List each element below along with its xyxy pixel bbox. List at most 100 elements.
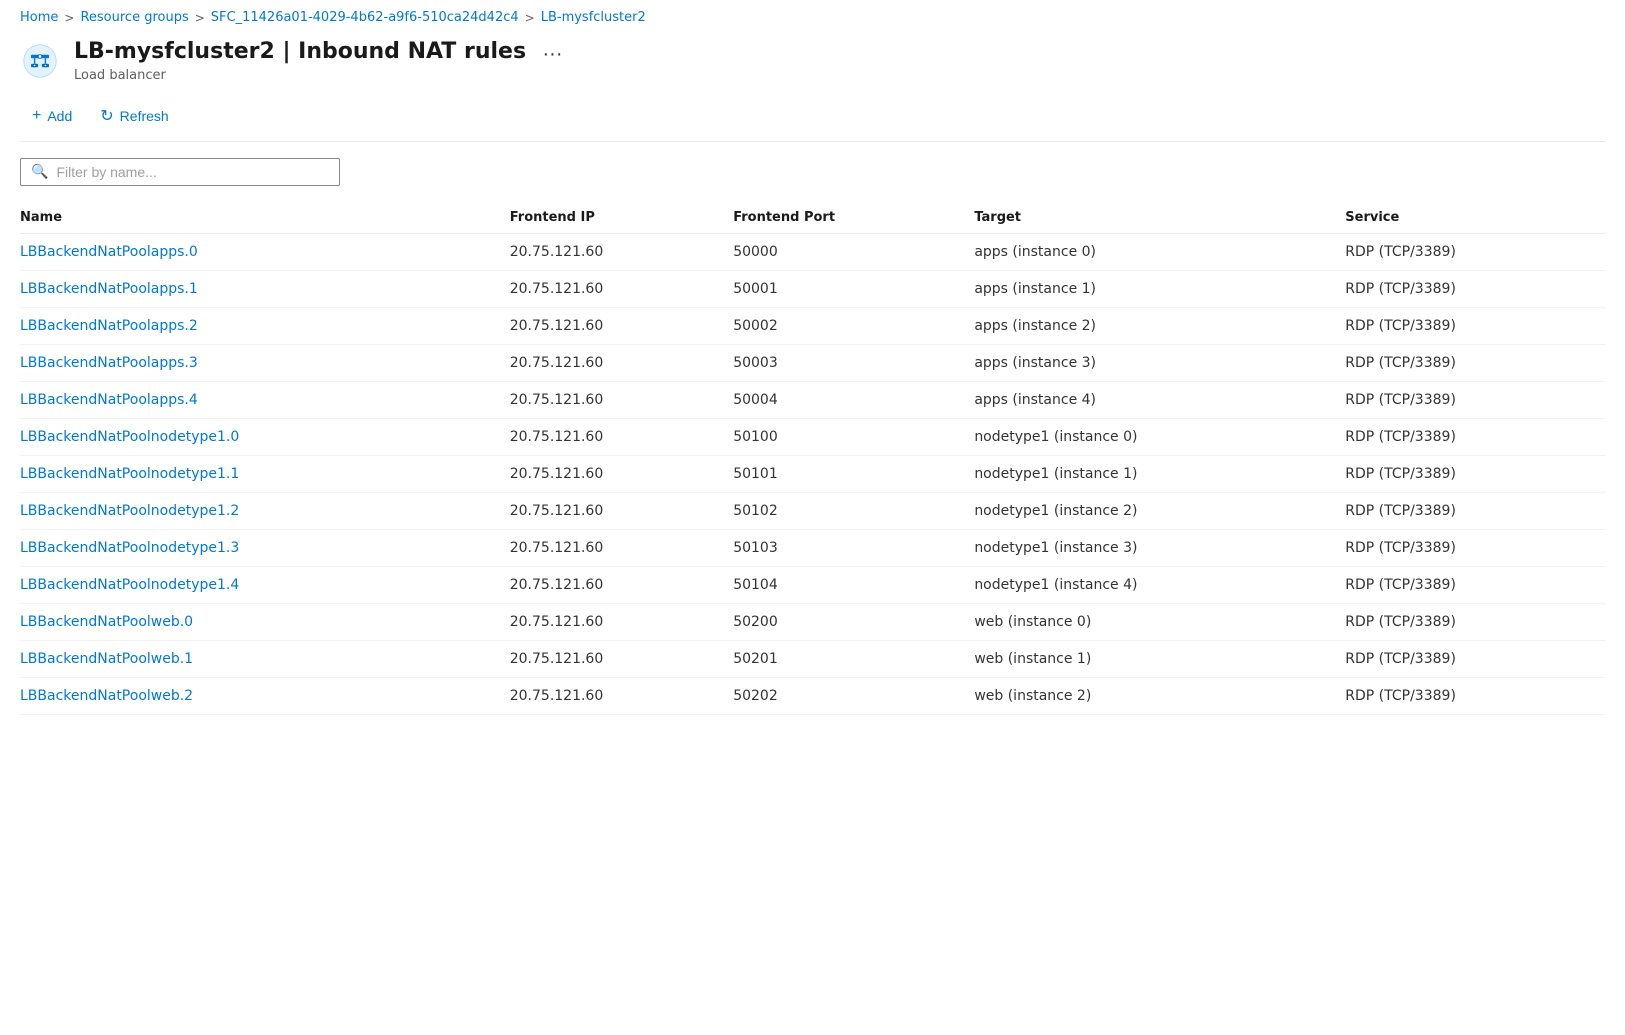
col-frontend-ip: Frontend IP [510,202,733,234]
refresh-button[interactable]: ↻ Refresh [88,101,180,131]
cell-frontend-port: 50103 [733,529,974,566]
cell-frontend-port: 50202 [733,677,974,714]
cell-name[interactable]: LBBackendNatPoolapps.0 [20,233,510,270]
cell-name[interactable]: LBBackendNatPoolnodetype1.1 [20,455,510,492]
table-row: LBBackendNatPoolapps.420.75.121.6050004a… [20,381,1605,418]
cell-service: RDP (TCP/3389) [1345,603,1605,640]
page-header: LB-mysfcluster2 | Inbound NAT rules ··· … [0,31,1625,93]
cell-frontend-port: 50104 [733,566,974,603]
content-area: 🔍 Name Frontend IP Frontend Port Target … [0,142,1625,731]
cell-target: apps (instance 1) [974,270,1345,307]
cell-target: apps (instance 2) [974,307,1345,344]
breadcrumb-chevron-2: > [195,11,205,25]
cell-name[interactable]: LBBackendNatPoolweb.2 [20,677,510,714]
add-button[interactable]: + Add [20,102,84,130]
cell-frontend-port: 50000 [733,233,974,270]
cell-frontend-ip: 20.75.121.60 [510,344,733,381]
cell-frontend-ip: 20.75.121.60 [510,677,733,714]
title-block: LB-mysfcluster2 | Inbound NAT rules ··· … [74,39,566,83]
resource-subtitle: Load balancer [74,68,566,83]
table-row: LBBackendNatPoolweb.020.75.121.6050200we… [20,603,1605,640]
cell-target: apps (instance 0) [974,233,1345,270]
cell-target: nodetype1 (instance 3) [974,529,1345,566]
filter-search-icon: 🔍 [31,164,48,180]
cell-service: RDP (TCP/3389) [1345,381,1605,418]
table-row: LBBackendNatPoolnodetype1.120.75.121.605… [20,455,1605,492]
toolbar: + Add ↻ Refresh [0,93,1625,141]
breadcrumb: Home > Resource groups > SFC_11426a01-40… [0,0,1625,31]
cell-frontend-port: 50002 [733,307,974,344]
cell-service: RDP (TCP/3389) [1345,455,1605,492]
cell-frontend-ip: 20.75.121.60 [510,233,733,270]
page-title: LB-mysfcluster2 | Inbound NAT rules [74,39,526,64]
cell-name[interactable]: LBBackendNatPoolapps.4 [20,381,510,418]
cell-frontend-ip: 20.75.121.60 [510,492,733,529]
resource-icon [20,41,60,81]
cell-frontend-port: 50004 [733,381,974,418]
cell-service: RDP (TCP/3389) [1345,529,1605,566]
table-row: LBBackendNatPoolweb.120.75.121.6050201we… [20,640,1605,677]
cell-service: RDP (TCP/3389) [1345,566,1605,603]
cell-frontend-ip: 20.75.121.60 [510,455,733,492]
breadcrumb-subscription[interactable]: SFC_11426a01-4029-4b62-a9f6-510ca24d42c4 [211,10,519,25]
cell-target: nodetype1 (instance 1) [974,455,1345,492]
cell-target: nodetype1 (instance 0) [974,418,1345,455]
cell-service: RDP (TCP/3389) [1345,307,1605,344]
filter-container[interactable]: 🔍 [20,158,340,186]
cell-frontend-port: 50102 [733,492,974,529]
cell-target: apps (instance 3) [974,344,1345,381]
cell-frontend-port: 50001 [733,270,974,307]
cell-frontend-port: 50100 [733,418,974,455]
cell-target: apps (instance 4) [974,381,1345,418]
cell-name[interactable]: LBBackendNatPoolapps.2 [20,307,510,344]
breadcrumb-resource-groups[interactable]: Resource groups [80,10,188,25]
col-frontend-port: Frontend Port [733,202,974,234]
cell-name[interactable]: LBBackendNatPoolapps.3 [20,344,510,381]
cell-name[interactable]: LBBackendNatPoolweb.0 [20,603,510,640]
cell-service: RDP (TCP/3389) [1345,233,1605,270]
cell-name[interactable]: LBBackendNatPoolapps.1 [20,270,510,307]
cell-name[interactable]: LBBackendNatPoolnodetype1.0 [20,418,510,455]
breadcrumb-chevron-3: > [525,11,535,25]
refresh-label: Refresh [120,108,169,124]
add-label: Add [47,108,72,124]
cell-name[interactable]: LBBackendNatPoolweb.1 [20,640,510,677]
cell-frontend-ip: 20.75.121.60 [510,270,733,307]
cell-service: RDP (TCP/3389) [1345,270,1605,307]
cell-name[interactable]: LBBackendNatPoolnodetype1.3 [20,529,510,566]
cell-service: RDP (TCP/3389) [1345,492,1605,529]
cell-frontend-port: 50003 [733,344,974,381]
cell-frontend-port: 50201 [733,640,974,677]
cell-target: web (instance 1) [974,640,1345,677]
cell-frontend-ip: 20.75.121.60 [510,307,733,344]
breadcrumb-chevron-1: > [64,11,74,25]
cell-name[interactable]: LBBackendNatPoolnodetype1.4 [20,566,510,603]
breadcrumb-home[interactable]: Home [20,10,58,25]
table-row: LBBackendNatPoolapps.020.75.121.6050000a… [20,233,1605,270]
cell-service: RDP (TCP/3389) [1345,344,1605,381]
cell-frontend-port: 50101 [733,455,974,492]
cell-frontend-ip: 20.75.121.60 [510,640,733,677]
cell-target: nodetype1 (instance 4) [974,566,1345,603]
col-service: Service [1345,202,1605,234]
filter-input[interactable] [56,164,329,180]
table-row: LBBackendNatPoolweb.220.75.121.6050202we… [20,677,1605,714]
cell-service: RDP (TCP/3389) [1345,418,1605,455]
table-row: LBBackendNatPoolnodetype1.420.75.121.605… [20,566,1605,603]
add-icon: + [32,107,41,125]
breadcrumb-lb[interactable]: LB-mysfcluster2 [541,10,646,25]
table-row: LBBackendNatPoolnodetype1.320.75.121.605… [20,529,1605,566]
cell-frontend-ip: 20.75.121.60 [510,566,733,603]
table-row: LBBackendNatPoolapps.320.75.121.6050003a… [20,344,1605,381]
cell-name[interactable]: LBBackendNatPoolnodetype1.2 [20,492,510,529]
refresh-icon: ↻ [100,106,113,126]
nat-rules-table: Name Frontend IP Frontend Port Target Se… [20,202,1605,715]
cell-frontend-ip: 20.75.121.60 [510,529,733,566]
col-target: Target [974,202,1345,234]
cell-service: RDP (TCP/3389) [1345,640,1605,677]
cell-frontend-ip: 20.75.121.60 [510,603,733,640]
cell-target: nodetype1 (instance 2) [974,492,1345,529]
table-header: Name Frontend IP Frontend Port Target Se… [20,202,1605,234]
table-row: LBBackendNatPoolapps.120.75.121.6050001a… [20,270,1605,307]
more-options-button[interactable]: ··· [539,43,567,66]
